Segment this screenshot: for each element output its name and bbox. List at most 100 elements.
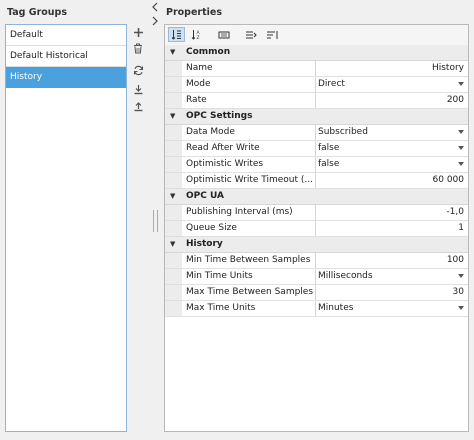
property-row[interactable]: Rate 200 bbox=[165, 93, 468, 109]
dropdown-arrow-icon[interactable] bbox=[458, 146, 464, 150]
dropdown-arrow-icon[interactable] bbox=[458, 162, 464, 166]
property-name: Name bbox=[186, 63, 213, 73]
properties-title: Properties bbox=[166, 7, 222, 18]
splitter-grip[interactable] bbox=[153, 210, 158, 232]
dropdown-arrow-icon[interactable] bbox=[458, 130, 464, 134]
category-label: Common bbox=[186, 47, 231, 57]
export-icon[interactable] bbox=[131, 99, 145, 113]
property-row[interactable]: Publishing Interval (ms) -1,0 bbox=[165, 205, 468, 221]
tag-groups-list[interactable]: Default Default Historical History bbox=[5, 24, 127, 432]
dropdown-arrow-icon[interactable] bbox=[458, 274, 464, 278]
property-name: Read After Write bbox=[186, 143, 260, 153]
column-divider bbox=[315, 141, 316, 156]
property-row[interactable]: Max Time Between Samples 30 bbox=[165, 285, 468, 301]
category-header[interactable]: ▼ History bbox=[165, 237, 468, 253]
property-value-field[interactable]: 100 bbox=[318, 253, 464, 268]
row-gutter bbox=[165, 157, 182, 172]
property-row[interactable]: Optimistic Write Timeout (... 60 000 bbox=[165, 173, 468, 189]
category-header[interactable]: ▼ Common bbox=[165, 45, 468, 61]
collapse-right-icon[interactable] bbox=[151, 16, 159, 30]
row-gutter bbox=[165, 93, 182, 108]
collapse-triangle-icon[interactable]: ▼ bbox=[170, 45, 175, 60]
delete-icon[interactable] bbox=[131, 41, 145, 55]
column-divider bbox=[315, 221, 316, 236]
property-value: -1,0 bbox=[446, 207, 464, 217]
property-name: Optimistic Write Timeout (... bbox=[186, 175, 313, 185]
property-name: Optimistic Writes bbox=[186, 159, 264, 169]
column-divider bbox=[315, 205, 316, 220]
property-value-dropdown[interactable]: Milliseconds bbox=[318, 269, 464, 284]
collapse-triangle-icon[interactable]: ▼ bbox=[170, 109, 175, 124]
list-item[interactable]: History bbox=[6, 67, 126, 88]
property-row[interactable]: Queue Size 1 bbox=[165, 221, 468, 237]
dropdown-arrow-icon[interactable] bbox=[458, 82, 464, 86]
property-value: 200 bbox=[446, 95, 464, 105]
category-header[interactable]: ▼ OPC UA bbox=[165, 189, 468, 205]
property-name: Min Time Between Samples bbox=[186, 255, 311, 265]
category-label: OPC Settings bbox=[186, 111, 253, 121]
property-name: Min Time Units bbox=[186, 271, 253, 281]
property-value: Direct bbox=[318, 79, 345, 89]
property-value-dropdown[interactable]: false bbox=[318, 141, 464, 156]
collapse-triangle-icon[interactable]: ▼ bbox=[170, 237, 175, 252]
list-item[interactable]: Default bbox=[6, 25, 126, 46]
property-value-field[interactable]: History bbox=[318, 61, 464, 76]
property-row[interactable]: Mode Direct bbox=[165, 77, 468, 93]
property-value-field[interactable]: -1,0 bbox=[318, 205, 464, 220]
row-gutter bbox=[165, 205, 182, 220]
expand-all-icon[interactable] bbox=[242, 27, 259, 42]
property-row[interactable]: Name History bbox=[165, 61, 468, 77]
sort-categorized-icon[interactable] bbox=[168, 27, 185, 42]
property-value-field[interactable]: 30 bbox=[318, 285, 464, 300]
property-value-dropdown[interactable]: Minutes bbox=[318, 301, 464, 316]
property-name: Data Mode bbox=[186, 127, 235, 137]
import-icon[interactable] bbox=[131, 82, 145, 96]
add-icon[interactable] bbox=[131, 25, 145, 39]
property-value-dropdown[interactable]: Subscribed bbox=[318, 125, 464, 140]
list-item[interactable]: Default Historical bbox=[6, 46, 126, 67]
collapse-all-icon[interactable] bbox=[263, 27, 280, 42]
column-divider bbox=[315, 125, 316, 140]
property-value-dropdown[interactable]: false bbox=[318, 157, 464, 172]
property-value: Minutes bbox=[318, 303, 354, 313]
column-divider bbox=[315, 253, 316, 268]
property-value: Subscribed bbox=[318, 127, 368, 137]
refresh-icon[interactable] bbox=[131, 63, 145, 77]
property-value-dropdown[interactable]: Direct bbox=[318, 77, 464, 92]
property-row[interactable]: Min Time Units Milliseconds bbox=[165, 269, 468, 285]
property-value-field[interactable]: 1 bbox=[318, 221, 464, 236]
row-gutter bbox=[165, 253, 182, 268]
column-divider bbox=[315, 157, 316, 172]
property-value: 30 bbox=[452, 287, 464, 297]
property-pages-icon[interactable] bbox=[215, 27, 232, 42]
property-value-field[interactable]: 60 000 bbox=[318, 173, 465, 188]
tag-groups-title: Tag Groups bbox=[7, 7, 68, 18]
collapse-triangle-icon[interactable]: ▼ bbox=[170, 189, 175, 204]
sort-alphabetical-icon[interactable]: AZ bbox=[188, 27, 205, 42]
category-header[interactable]: ▼ OPC Settings bbox=[165, 109, 468, 125]
property-value-field[interactable]: 200 bbox=[318, 93, 464, 108]
row-gutter bbox=[165, 77, 182, 92]
svg-text:Z: Z bbox=[197, 35, 200, 40]
property-row[interactable]: Optimistic Writes false bbox=[165, 157, 468, 173]
property-value: false bbox=[318, 143, 340, 153]
property-row[interactable]: Min Time Between Samples 100 bbox=[165, 253, 468, 269]
property-row[interactable]: Data Mode Subscribed bbox=[165, 125, 468, 141]
property-name: Mode bbox=[186, 79, 211, 89]
property-row[interactable]: Max Time Units Minutes bbox=[165, 301, 468, 317]
property-name: Publishing Interval (ms) bbox=[186, 207, 293, 217]
property-row[interactable]: Read After Write false bbox=[165, 141, 468, 157]
row-gutter bbox=[165, 301, 182, 316]
dropdown-arrow-icon[interactable] bbox=[458, 306, 464, 310]
column-divider bbox=[315, 77, 316, 92]
collapse-left-icon[interactable] bbox=[151, 2, 159, 16]
row-gutter bbox=[165, 141, 182, 156]
column-divider bbox=[315, 269, 316, 284]
property-value: 1 bbox=[458, 223, 464, 233]
row-gutter bbox=[165, 61, 182, 76]
property-grid-toolbar: AZ bbox=[165, 25, 468, 46]
column-divider bbox=[315, 173, 316, 188]
row-gutter bbox=[165, 285, 182, 300]
column-divider bbox=[315, 285, 316, 300]
column-divider bbox=[315, 61, 316, 76]
